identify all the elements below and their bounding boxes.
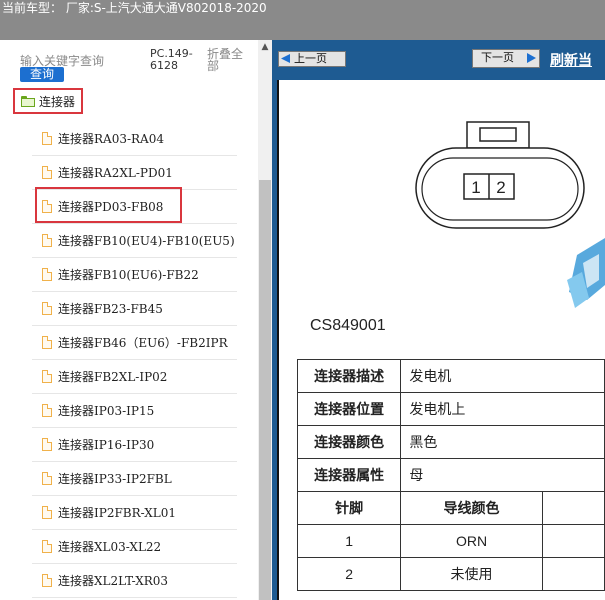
tree-item[interactable]: 连接器IP16-IP30 <box>32 428 237 462</box>
tree-item-selected[interactable]: 连接器RA2XL-PD01 <box>32 156 237 190</box>
tree-item[interactable]: 连接器RA03-RA04 <box>32 122 237 156</box>
scrollbar-thumb[interactable] <box>259 180 271 600</box>
pin-table-header: 针脚 导线颜色 <box>296 491 605 525</box>
document-page: 1 2 CS849001 连接器描述 发电机 连接器位置 发电机上 连接器颜色 … <box>277 80 605 600</box>
header-bar: 当前车型： 厂家:S-上汽大通大通V802018-2020 <box>0 0 605 40</box>
latch-slot <box>479 127 517 142</box>
tree-root-connectors[interactable]: 连接器 <box>13 88 83 114</box>
tree-item[interactable]: 连接器FB2XL-IP02 <box>32 360 237 394</box>
table-row: 连接器描述 发电机 <box>296 359 605 393</box>
document-icon <box>42 574 52 587</box>
document-icon <box>42 506 52 519</box>
tree-item[interactable]: 连接器FB10(EU6)-FB22 <box>32 258 237 292</box>
document-icon <box>42 404 52 417</box>
tree-item[interactable]: 连接器FB46（EU6）-FB2IPR <box>32 326 237 360</box>
document-icon <box>42 166 52 179</box>
connector-code: CS849001 <box>310 317 386 334</box>
document-icon <box>42 302 52 315</box>
pin-row: 2 未使用 <box>296 557 605 591</box>
watermark-logo <box>567 238 605 308</box>
arrow-right-icon <box>527 53 536 63</box>
pin-2-label: 2 <box>496 178 505 197</box>
folder-open-icon <box>21 95 35 107</box>
sidebar-scrollbar[interactable]: ▲ <box>258 40 272 600</box>
tree-item[interactable]: 连接器FB23-FB45 <box>32 292 237 326</box>
tree-item[interactable]: 连接器XL2LT-XR03 <box>32 564 237 598</box>
page-navigation: 上一页 下一页 刷新当 <box>272 40 605 80</box>
vehicle-title: 当前车型： 厂家:S-上汽大通大通V802018-2020 <box>2 1 267 15</box>
document-icon <box>42 540 52 553</box>
table-row: 连接器属性 母 <box>296 458 605 492</box>
tree-item[interactable]: 连接器IP03-IP15 <box>32 394 237 428</box>
pin-row: 1 ORN <box>296 524 605 558</box>
pc-label: PC.149-6128 <box>150 47 193 72</box>
arrow-left-icon <box>281 54 290 63</box>
tree-item[interactable]: 连接器XL03-XL22 <box>32 530 237 564</box>
document-icon <box>42 336 52 349</box>
document-icon <box>42 132 52 145</box>
prev-page-button[interactable]: 上一页 <box>278 51 346 67</box>
collapse-all-link[interactable]: 折叠全部 <box>207 48 251 72</box>
document-icon <box>42 234 52 247</box>
tree-item[interactable]: 连接器IP2FBR-XL01 <box>32 496 237 530</box>
connector-info-table: 连接器描述 发电机 连接器位置 发电机上 连接器颜色 黑色 连接器属性 母 针脚… <box>296 359 605 591</box>
document-icon <box>42 268 52 281</box>
document-icon <box>42 472 52 485</box>
connector-diagram: 1 2 <box>415 121 605 308</box>
tree-item[interactable]: 连接器FB10(EU4)-FB10(EU5) <box>32 224 237 258</box>
tree-item[interactable]: 连接器PD03-FB08 <box>32 190 237 224</box>
search-button[interactable]: 查询 <box>20 67 64 82</box>
table-row: 连接器颜色 黑色 <box>296 425 605 459</box>
document-icon <box>42 200 52 213</box>
refresh-link[interactable]: 刷新当 <box>550 50 592 70</box>
document-icon <box>42 370 52 383</box>
sidebar: 输入关键字查询 查询 PC.149-6128 折叠全部 连接器 连接器RA03-… <box>0 40 258 600</box>
next-page-button[interactable]: 下一页 <box>472 49 540 68</box>
table-row: 连接器位置 发电机上 <box>296 392 605 426</box>
tree-item[interactable]: 连接器IP33-IP2FBL <box>32 462 237 496</box>
connector-tree: 连接器RA03-RA04 连接器RA2XL-PD01 连接器PD03-FB08 … <box>32 122 237 598</box>
scroll-up-arrow-icon[interactable]: ▲ <box>258 40 272 54</box>
document-icon <box>42 438 52 451</box>
tree-root-label: 连接器 <box>39 94 76 109</box>
content-panel: 上一页 下一页 刷新当 1 2 CS849001 连接器描述 发电机 连接器位置… <box>272 40 605 600</box>
pin-1-label: 1 <box>471 178 480 197</box>
